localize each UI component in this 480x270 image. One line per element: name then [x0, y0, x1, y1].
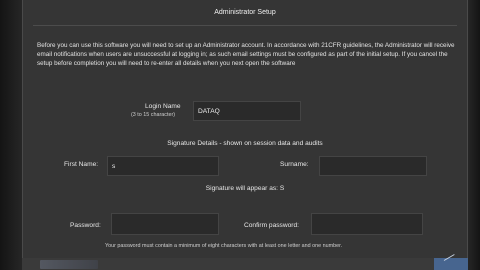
- signature-preview: Signature will appear as: S: [205, 185, 285, 192]
- administrator-setup-dialog: Administrator Setup Before you can use t…: [22, 0, 468, 270]
- confirm-password-input[interactable]: [311, 213, 423, 235]
- password-label: Password:: [70, 222, 101, 229]
- login-name-hint: (3 to 15 character): [131, 112, 176, 118]
- right-shadow: [468, 0, 480, 270]
- password-input[interactable]: [111, 213, 219, 235]
- left-shadow: [0, 0, 22, 270]
- intro-text: Before you can use this software you wil…: [37, 42, 455, 68]
- login-name-label: Login Name: [145, 103, 181, 110]
- surname-input[interactable]: [319, 156, 427, 176]
- first-name-label: First Name:: [64, 161, 99, 168]
- corner-logo-icon: [434, 258, 468, 270]
- login-name-input[interactable]: [193, 101, 301, 121]
- title-divider: [33, 25, 457, 26]
- password-requirements: Your password must contain a minimum of …: [105, 243, 343, 249]
- screen-background: Administrator Setup Before you can use t…: [0, 0, 480, 270]
- signature-section-title: Signature Details - shown on session dat…: [167, 140, 323, 147]
- first-name-input[interactable]: [107, 156, 219, 176]
- confirm-password-label: Confirm password:: [244, 222, 299, 229]
- brand-logo: [40, 260, 98, 269]
- dialog-title: Administrator Setup: [214, 9, 276, 16]
- surname-label: Surname:: [280, 161, 309, 168]
